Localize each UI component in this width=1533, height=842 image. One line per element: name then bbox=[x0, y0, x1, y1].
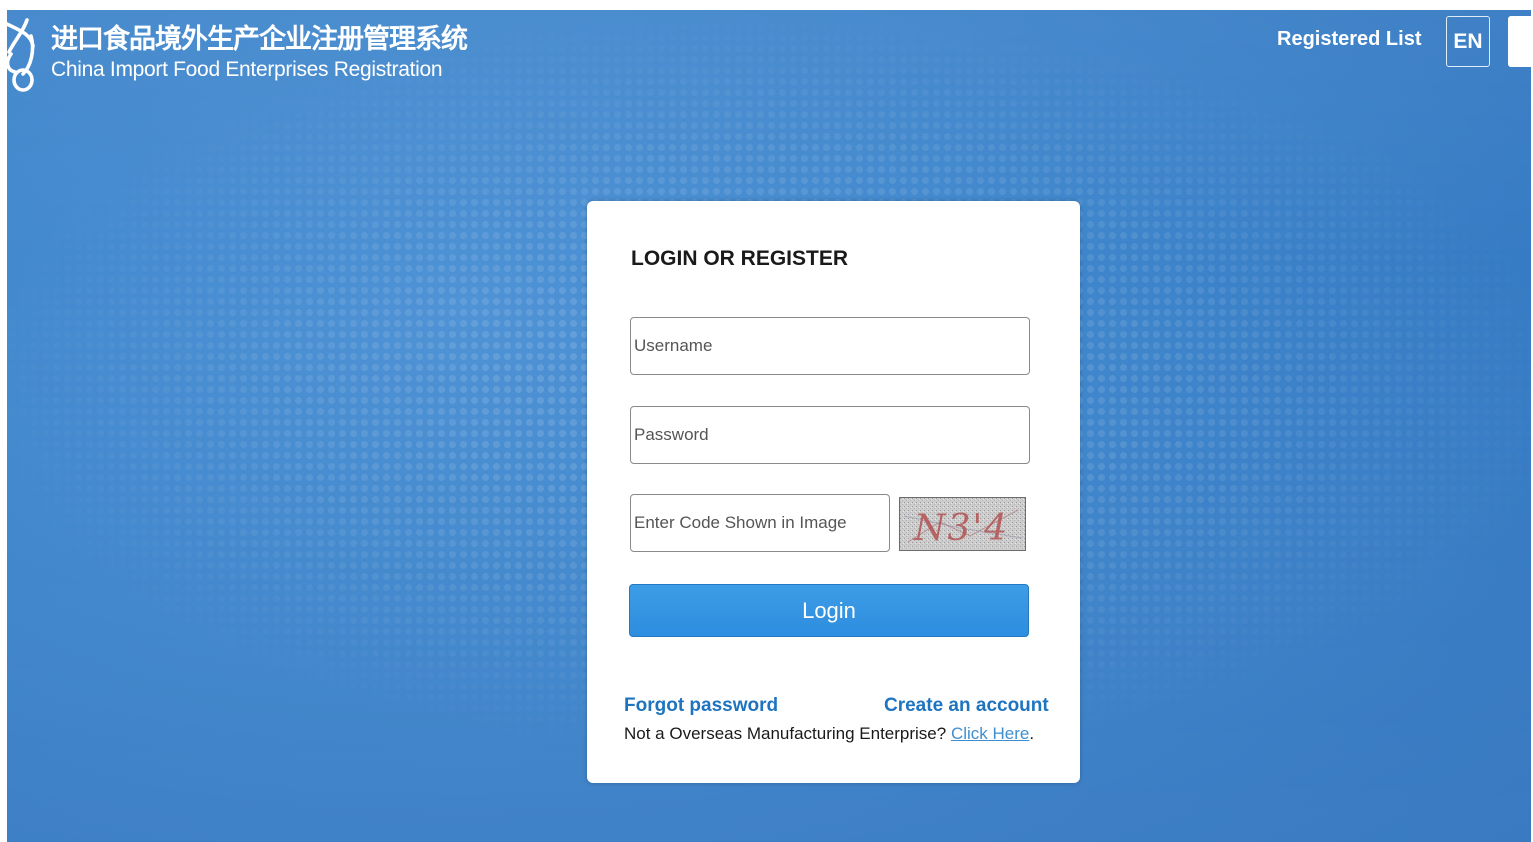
not-overseas-text: Not a Overseas Manufacturing Enterprise? bbox=[624, 724, 951, 743]
not-overseas-notice: Not a Overseas Manufacturing Enterprise?… bbox=[624, 724, 1034, 744]
captcha-code-input[interactable] bbox=[634, 495, 889, 551]
registered-list-link[interactable]: Registered List bbox=[1277, 28, 1421, 51]
login-card: LOGIN OR REGISTER N3'4 Login Forgot pa bbox=[587, 201, 1080, 783]
system-title-english: China Import Food Enterprises Registrati… bbox=[51, 58, 443, 81]
captcha-text: N3'4 bbox=[913, 508, 1009, 549]
forgot-password-link[interactable]: Forgot password bbox=[624, 695, 778, 717]
captcha-image[interactable]: N3'4 bbox=[899, 497, 1026, 551]
captcha-noise-icon: N3'4 bbox=[900, 498, 1025, 550]
knot-logo-icon bbox=[5, 18, 35, 92]
password-input[interactable] bbox=[634, 407, 1029, 463]
language-toggle-button[interactable]: EN bbox=[1446, 16, 1490, 67]
username-input[interactable] bbox=[634, 318, 1029, 374]
captcha-code-field[interactable] bbox=[630, 494, 890, 552]
password-field[interactable] bbox=[630, 406, 1030, 464]
click-here-link[interactable]: Click Here bbox=[951, 724, 1029, 743]
login-button[interactable]: Login bbox=[629, 584, 1029, 637]
system-title-chinese: 进口食品境外生产企业注册管理系统 bbox=[51, 24, 468, 55]
language-alt-button[interactable] bbox=[1508, 16, 1533, 67]
notice-period: . bbox=[1029, 724, 1035, 743]
username-field[interactable] bbox=[630, 317, 1030, 375]
create-account-link[interactable]: Create an account bbox=[884, 695, 1049, 717]
login-card-title: LOGIN OR REGISTER bbox=[631, 247, 849, 270]
